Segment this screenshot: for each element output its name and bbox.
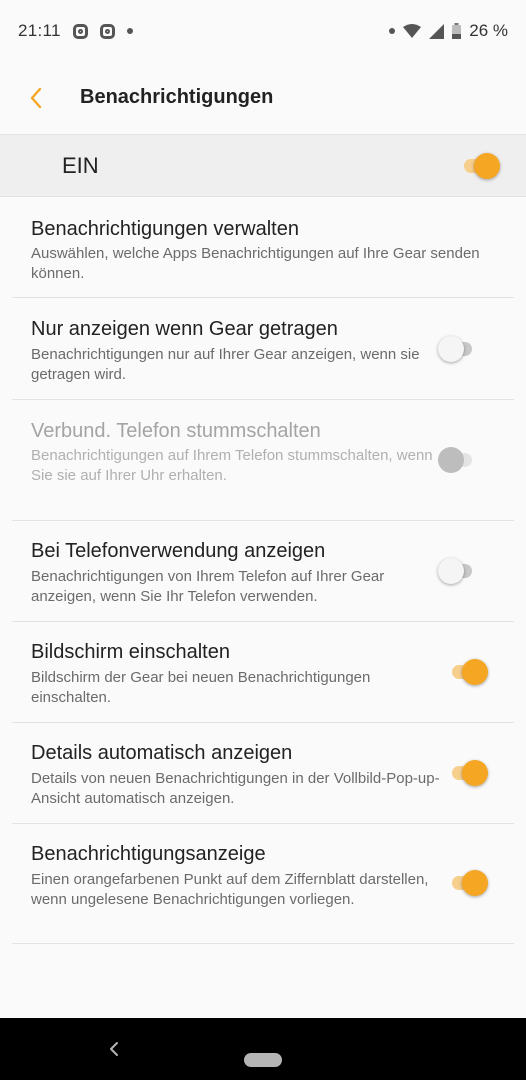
master-switch-row[interactable]: EIN xyxy=(0,134,526,197)
navigation-bar xyxy=(0,1018,526,1080)
setting-description: Details von neuen Benachrichtigungen in … xyxy=(31,770,440,807)
setting-only-when-worn-toggle[interactable] xyxy=(438,336,478,362)
wifi-icon xyxy=(403,24,422,38)
setting-mute-phone: Verbund. Telefon stummschalten Benachric… xyxy=(0,400,526,520)
master-switch-toggle[interactable] xyxy=(460,153,500,179)
battery-icon xyxy=(452,23,462,39)
setting-auto-show-details-toggle[interactable] xyxy=(448,760,488,786)
notification-icon xyxy=(99,23,115,39)
switch-thumb xyxy=(438,336,464,362)
setting-only-when-worn[interactable]: Nur anzeigen wenn Gear getragen Benachri… xyxy=(0,298,526,399)
status-time: 21:11 xyxy=(18,21,61,40)
battery-percent: 26 % xyxy=(469,21,508,40)
setting-description: Benachrichtigungen nur auf Ihrer Gear an… xyxy=(31,346,420,383)
setting-title: Bei Telefonverwendung anzeigen xyxy=(31,540,326,562)
nav-back-button[interactable] xyxy=(104,1038,124,1060)
setting-show-on-phone-use-toggle[interactable] xyxy=(438,558,478,584)
chevron-left-icon xyxy=(110,1042,118,1056)
setting-notification-indicator-toggle[interactable] xyxy=(448,870,488,896)
setting-auto-show-details[interactable]: Details automatisch anzeigen Details von… xyxy=(0,723,526,823)
dot-icon xyxy=(126,28,133,34)
setting-notification-indicator[interactable]: Benachrichtigungsanzeige Einen orangefar… xyxy=(0,824,526,943)
setting-title: Benachrichtigungen verwalten xyxy=(31,218,299,240)
setting-mute-phone-toggle xyxy=(438,447,478,473)
switch-thumb xyxy=(438,558,464,584)
dot-icon xyxy=(389,28,396,34)
switch-thumb xyxy=(462,870,488,896)
setting-description: Einen orangefarbenen Punkt auf dem Ziffe… xyxy=(31,871,429,908)
setting-show-on-phone-use[interactable]: Bei Telefonverwendung anzeigen Benachric… xyxy=(0,521,526,621)
back-button[interactable] xyxy=(22,84,50,112)
setting-description: Benachrichtigungen auf Ihrem Telefon stu… xyxy=(31,447,433,484)
setting-manage-notifications[interactable]: Benachrichtigungen verwalten Auswählen, … xyxy=(0,198,526,297)
divider xyxy=(12,943,514,944)
setting-title: Benachrichtigungsanzeige xyxy=(31,843,266,865)
setting-title: Nur anzeigen wenn Gear getragen xyxy=(31,318,338,340)
setting-title: Details automatisch anzeigen xyxy=(31,742,293,764)
nav-home-pill[interactable] xyxy=(244,1053,282,1067)
chevron-left-icon xyxy=(30,87,42,109)
setting-title: Bildschirm einschalten xyxy=(31,641,230,663)
signal-icon xyxy=(429,23,445,39)
setting-turn-on-screen[interactable]: Bildschirm einschalten Bildschirm der Ge… xyxy=(0,622,526,722)
page-title: Benachrichtigungen xyxy=(80,86,274,108)
switch-thumb xyxy=(462,659,488,685)
setting-title: Verbund. Telefon stummschalten xyxy=(31,420,321,442)
setting-description: Benachrichtigungen von Ihrem Telefon auf… xyxy=(31,568,385,605)
setting-description: Auswählen, welche Apps Benachrichtigunge… xyxy=(31,245,480,282)
switch-thumb xyxy=(474,153,500,179)
status-bar: 21:11 26 % xyxy=(0,0,526,62)
app-bar: Benachrichtigungen xyxy=(0,62,526,134)
notification-icon xyxy=(72,23,88,39)
switch-thumb xyxy=(462,760,488,786)
setting-turn-on-screen-toggle[interactable] xyxy=(448,659,488,685)
setting-description: Bildschirm der Gear bei neuen Benachrich… xyxy=(31,669,371,706)
switch-thumb xyxy=(438,447,464,473)
master-switch-label: EIN xyxy=(62,153,99,178)
